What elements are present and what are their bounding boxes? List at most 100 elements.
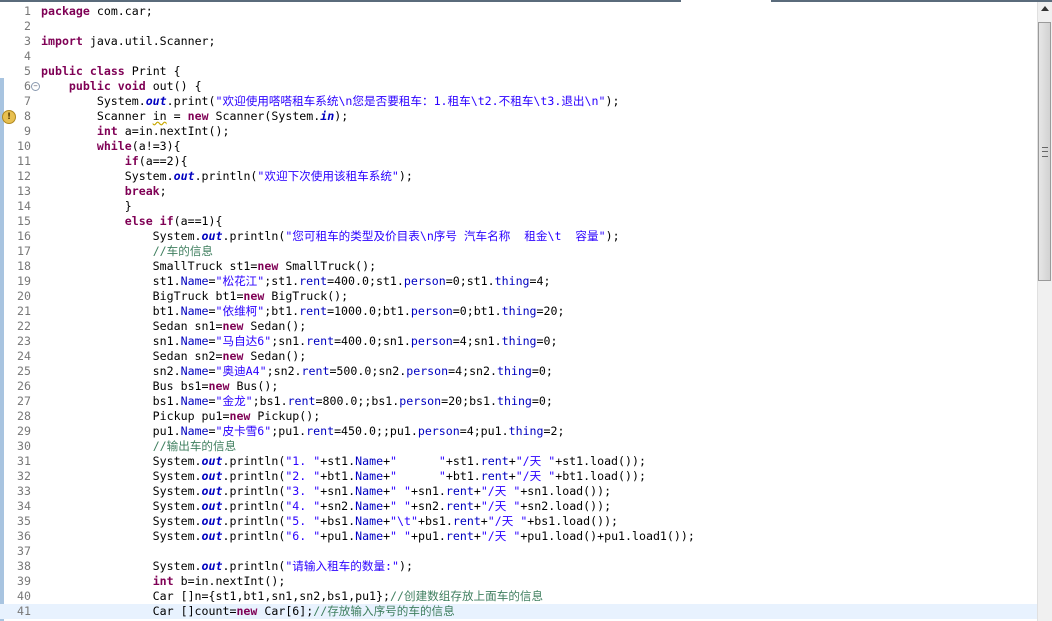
token: " ": [390, 484, 411, 498]
code-line[interactable]: 32 System.out.println("2. "+bt1.Name+" "…: [0, 469, 1038, 484]
code-line[interactable]: 6− public void out() {: [0, 79, 1038, 94]
code-line[interactable]: 27 bs1.Name="金龙";bs1.rent=800.0;;bs1.per…: [0, 394, 1038, 409]
collapse-icon[interactable]: −: [31, 82, 40, 91]
line-number: 9: [24, 124, 31, 138]
code-line[interactable]: 25 sn2.Name="奥迪A4";sn2.rent=500.0;sn2.pe…: [0, 364, 1038, 379]
code-line[interactable]: 30 //输出车的信息: [0, 439, 1038, 454]
scroll-up-arrow-icon[interactable]: [1041, 6, 1049, 11]
code-line[interactable]: 36 System.out.println("6. "+pu1.Name+" "…: [0, 529, 1038, 544]
code-line[interactable]: 19 st1.Name="松花江";st1.rent=400.0;st1.per…: [0, 274, 1038, 289]
code-line[interactable]: 26 Bus bs1=new Bus();: [0, 379, 1038, 394]
token: new: [236, 604, 258, 618]
token: ;pu1.: [271, 424, 307, 438]
token: //输出车的信息: [152, 439, 237, 453]
code-line[interactable]: 21 bt1.Name="依维柯";bt1.rent=1000.0;bt1.pe…: [0, 304, 1038, 319]
code-line[interactable]: 34 System.out.println("4. "+sn2.Name+" "…: [0, 499, 1038, 514]
token: out: [201, 454, 223, 468]
token: if: [159, 214, 174, 228]
code-text: Car []count=new Car[6];//存放输入序号的车的信息: [41, 604, 455, 619]
code-line[interactable]: 14 }: [0, 199, 1038, 214]
code-line[interactable]: 7 System.out.print("欢迎使用嗒嗒租车系统\n您是否要租车：1…: [0, 94, 1038, 109]
code-line[interactable]: 11 if(a==2){: [0, 154, 1038, 169]
code-line[interactable]: 1 package com.car;: [0, 4, 1038, 19]
code-line[interactable]: 37: [0, 544, 1038, 559]
token: thing: [508, 424, 544, 438]
code-line[interactable]: 9 int a=in.nextInt();: [0, 124, 1038, 139]
code-line[interactable]: 8! Scanner in = new Scanner(System.in);: [0, 109, 1038, 124]
line-number: 14: [17, 199, 31, 213]
token: =4;: [529, 274, 551, 288]
code-line[interactable]: 13 break;: [0, 184, 1038, 199]
code-line[interactable]: 17 //车的信息: [0, 244, 1038, 259]
token: +pu1.: [320, 529, 356, 543]
code-line[interactable]: 10 while(a!=3){: [0, 139, 1038, 154]
code-line[interactable]: 18 SmallTruck st1=new SmallTruck();: [0, 259, 1038, 274]
token: "2. ": [285, 469, 321, 483]
token: =2;: [543, 424, 565, 438]
code-line[interactable]: 35 System.out.println("5. "+bs1.Name+"\t…: [0, 514, 1038, 529]
line-number: 40: [17, 589, 31, 603]
token: "/天 ": [515, 469, 556, 483]
token: new: [243, 289, 265, 303]
token: +bt1.: [445, 469, 481, 483]
code-line[interactable]: 22 Sedan sn1=new Sedan();: [0, 319, 1038, 334]
token: new: [229, 409, 251, 423]
code-line[interactable]: 3 import java.util.Scanner;: [0, 34, 1038, 49]
token: +: [383, 469, 391, 483]
token: Name: [180, 364, 209, 378]
line-number: 11: [17, 154, 31, 168]
token: =: [208, 424, 216, 438]
code-line[interactable]: 2: [0, 19, 1038, 34]
token: rent: [445, 499, 474, 513]
token: System.: [41, 454, 202, 468]
code-text: else if(a==1){: [41, 214, 223, 229]
line-number: 39: [17, 574, 31, 588]
code-line[interactable]: 23 sn1.Name="马自达6";sn1.rent=400.0;sn1.pe…: [0, 334, 1038, 349]
code-line[interactable]: 12 System.out.println("欢迎下次使用该租车系统");: [0, 169, 1038, 184]
code-line[interactable]: 5 public class Print {: [0, 64, 1038, 79]
token: person: [403, 274, 446, 288]
vertical-scrollbar[interactable]: [1037, 2, 1052, 621]
token: =450.0;;pu1.: [334, 424, 418, 438]
code-line[interactable]: 29 pu1.Name="皮卡雪6";pu1.rent=450.0;;pu1.p…: [0, 424, 1038, 439]
token: in: [152, 109, 167, 123]
token: +sn2.load());: [520, 499, 612, 513]
token: Sedan sn2=: [41, 349, 223, 363]
code-line[interactable]: 15 else if(a==1){: [0, 214, 1038, 229]
token: Name: [355, 454, 384, 468]
code-text: if(a==2){: [41, 154, 188, 169]
token: Name: [355, 484, 384, 498]
warning-bulb-icon[interactable]: !: [2, 110, 16, 124]
code-line[interactable]: 24 Sedan sn2=new Sedan();: [0, 349, 1038, 364]
token: +bt1.: [320, 469, 356, 483]
code-line[interactable]: 39 int b=in.nextInt();: [0, 574, 1038, 589]
code-editor[interactable]: 1 package com.car; 2 3 import java.util.Scan…: [0, 4, 1038, 619]
token: "欢迎使用嗒嗒租车系统\n您是否要租车：1.租车\t2.不租车\t3.退出\n": [215, 94, 606, 108]
token: rent: [301, 364, 330, 378]
token: rent: [306, 334, 335, 348]
code-line[interactable]: 28 Pickup pu1=new Pickup();: [0, 409, 1038, 424]
code-line[interactable]: 40 Car []n={st1,bt1,sn1,sn2,bs1,pu1};//创…: [0, 589, 1038, 604]
code-line[interactable]: 38 System.out.println("请输入租车的数量:");: [0, 559, 1038, 574]
token: System.: [41, 169, 174, 183]
code-text: System.out.println("请输入租车的数量:");: [41, 559, 413, 574]
token: "依维柯": [215, 304, 265, 318]
code-line[interactable]: 20 BigTruck bt1=new BigTruck();: [0, 289, 1038, 304]
code-line[interactable]: 16 System.out.println("您可租车的类型及价目表\n序号 汽…: [0, 229, 1038, 244]
code-line[interactable]: 4: [0, 49, 1038, 64]
token: =: [208, 364, 216, 378]
token: =: [208, 394, 216, 408]
scrollbar-thumb[interactable]: [1038, 22, 1051, 281]
token: ;: [159, 184, 167, 198]
code-line[interactable]: 41 Car []count=new Car[6];//存放输入序号的车的信息: [0, 604, 1038, 619]
line-number: 19: [17, 274, 31, 288]
code-line[interactable]: 31 System.out.println("1. "+st1.Name+" "…: [0, 454, 1038, 469]
token: thing: [497, 394, 532, 408]
token: if: [124, 154, 139, 168]
line-number: 12: [17, 169, 31, 183]
token: public: [41, 64, 83, 78]
code-line[interactable]: 33 System.out.println("3. "+sn1.Name+" "…: [0, 484, 1038, 499]
token: =0;: [531, 394, 553, 408]
token: person: [410, 304, 453, 318]
